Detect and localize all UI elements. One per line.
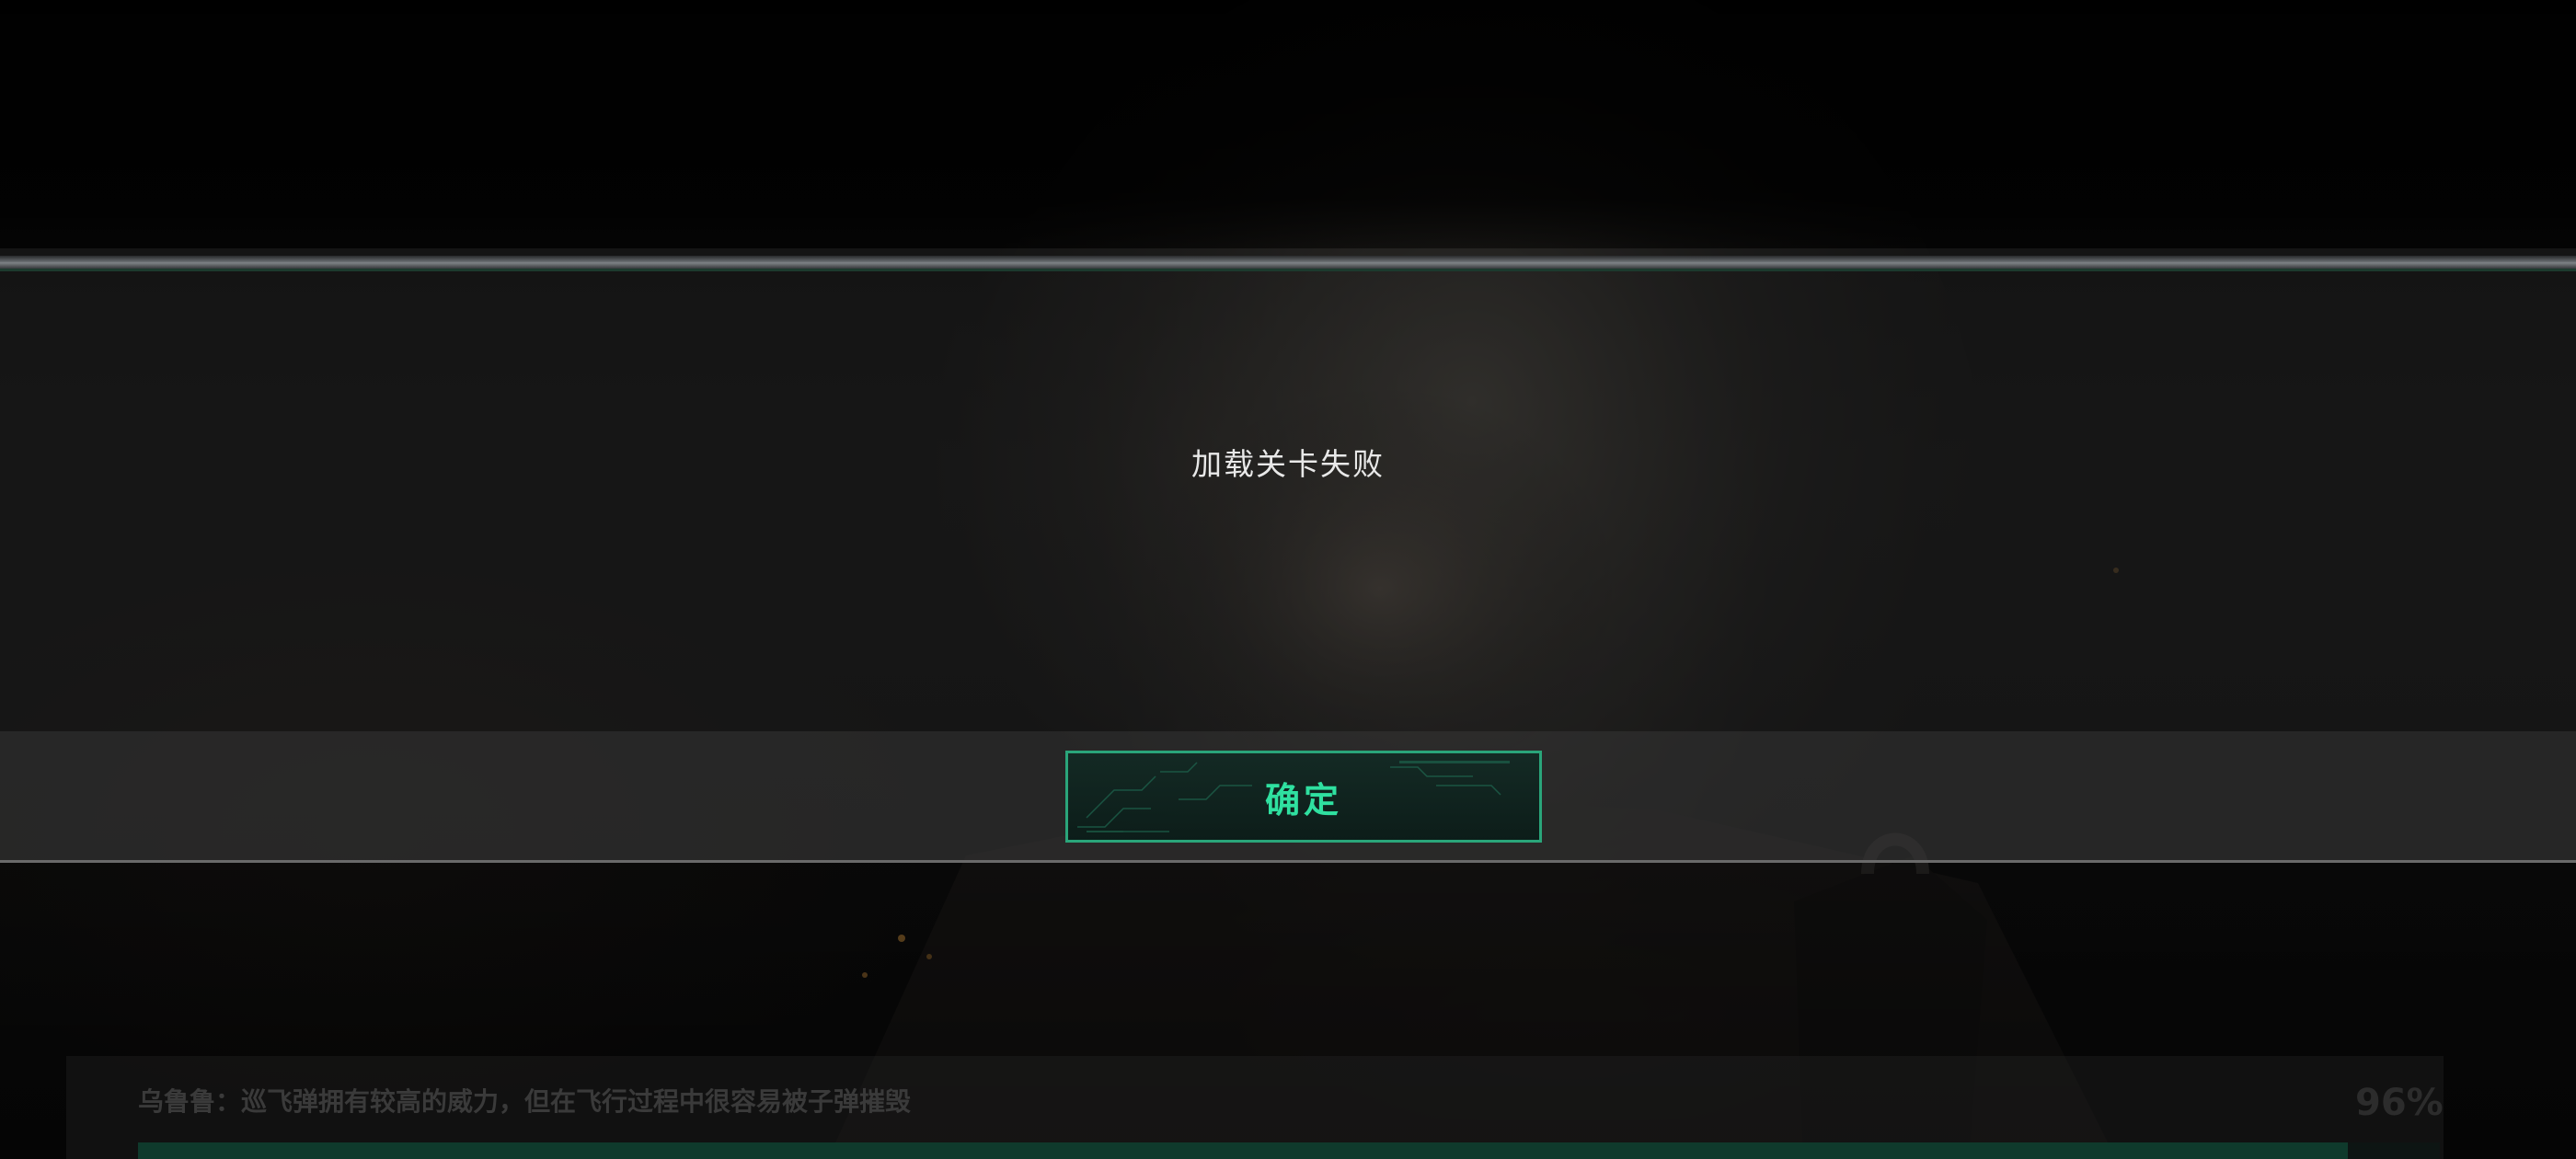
game-screen: 加载关卡失败 确定 乌鲁鲁：巡飞弹拥有较高的威力，但在飞行过程中很容易被子弹摧毁… [0, 0, 2576, 1159]
loading-progress-fill [138, 1142, 2348, 1159]
confirm-button[interactable]: 确定 [1065, 751, 1542, 843]
loading-progress-percent: 96% [2355, 1082, 2444, 1124]
top-overlay [0, 0, 2576, 248]
loading-tip-text: 乌鲁鲁：巡飞弹拥有较高的威力，但在飞行过程中很容易被子弹摧毁 [138, 1086, 912, 1117]
dialog-top-accent [0, 269, 2576, 271]
loading-progress-track [138, 1142, 2440, 1159]
confirm-button-label: 确定 [1264, 779, 1342, 820]
dialog-message: 加载关卡失败 [1191, 446, 1385, 482]
dialog-top-border [0, 256, 2576, 269]
